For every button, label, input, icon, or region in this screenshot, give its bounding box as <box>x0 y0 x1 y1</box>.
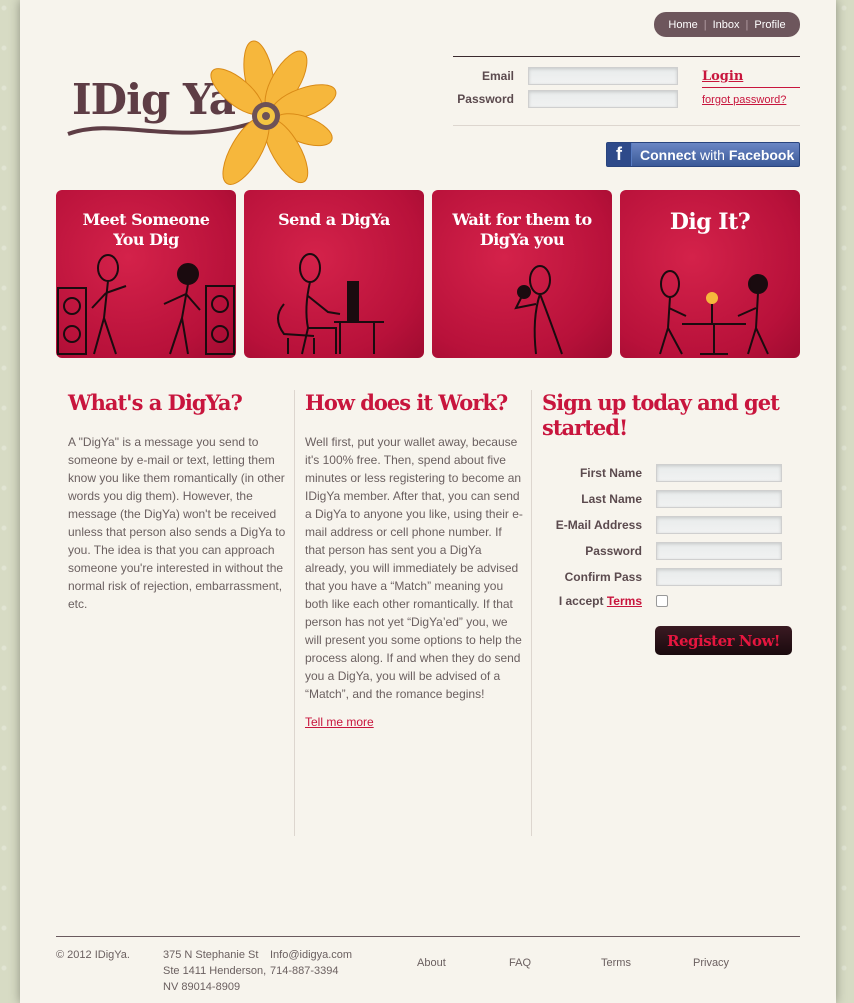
footer-privacy-link[interactable]: Privacy <box>693 957 729 969</box>
accept-terms-label: I accept Terms <box>558 594 642 608</box>
password-label: Password <box>457 92 514 106</box>
confirm-pass-row: Confirm Pass <box>542 568 782 586</box>
forgot-password-link[interactable]: forgot password? <box>702 94 786 106</box>
last-name-row: Last Name <box>542 490 782 508</box>
password-row: Password <box>453 90 678 108</box>
email-row: Email <box>453 67 678 85</box>
last-name-field[interactable] <box>656 490 782 508</box>
tile-title: Dig It? <box>669 209 751 235</box>
logo-text: IDig Ya <box>72 75 236 124</box>
register-now-button[interactable]: Register Now! <box>655 626 792 655</box>
confirm-pass-field[interactable] <box>656 568 782 586</box>
dancing-couple-illustration <box>57 254 235 355</box>
accept-terms-checkbox[interactable] <box>656 595 668 607</box>
footer-copyright: © 2012 IDigYa. <box>56 949 130 961</box>
top-nav: Home | Inbox | Profile <box>654 12 800 37</box>
facebook-icon: f <box>607 143 632 166</box>
first-name-field[interactable] <box>656 464 782 482</box>
column-divider <box>531 390 532 836</box>
footer-terms-link[interactable]: Terms <box>601 957 631 969</box>
tile-wait-for-them[interactable]: Wait for them to DigYa you <box>432 190 612 358</box>
signup-heading: Sign up today and get started! <box>542 390 780 440</box>
first-name-row: First Name <box>542 464 782 482</box>
how-does-it-work-section: How does it Work? Well first, put your w… <box>305 390 525 729</box>
computer-desk-illustration <box>277 253 384 355</box>
login-form: Email Password Login forgot password? <box>453 56 800 126</box>
dinner-date-illustration <box>659 270 769 355</box>
signup-password-label: Password <box>585 544 642 558</box>
confirm-pass-label: Confirm Pass <box>564 570 642 584</box>
first-name-label: First Name <box>579 466 642 480</box>
tile-dig-it[interactable]: Dig It? <box>620 190 800 358</box>
terms-link[interactable]: Terms <box>607 594 642 608</box>
whats-heading: What's a DigYa? <box>68 390 243 415</box>
whats-a-digya-section: What's a DigYa? A "DigYa" is a message y… <box>68 390 286 613</box>
footer-address: 375 N Stephanie St Ste 1411 Henderson, N… <box>163 949 267 993</box>
footer-divider <box>56 936 800 937</box>
email-address-label: E-Mail Address <box>555 518 642 532</box>
tile-meet-someone[interactable]: Meet Someone You Dig <box>56 190 236 358</box>
nav-separator: | <box>745 18 749 31</box>
how-heading: How does it Work? <box>305 390 508 415</box>
feature-tiles: Meet Someone You Dig Send a DigYa Wait fo… <box>56 190 800 360</box>
password-field[interactable] <box>528 90 678 108</box>
waiting-person-illustration <box>514 265 563 355</box>
nav-home-link[interactable]: Home <box>668 19 697 31</box>
email-label: Email <box>481 69 514 83</box>
tile-title: Send a DigYa <box>278 210 390 229</box>
how-body: Well first, put your wallet away, becaus… <box>305 435 523 701</box>
login-button[interactable]: Login <box>702 69 800 88</box>
tell-me-more-link[interactable]: Tell me more <box>305 715 525 729</box>
column-divider <box>294 390 295 836</box>
footer-phone: 714-887-3394 <box>270 965 339 977</box>
footer-contact: Info@idigya.com 714-887-3394 <box>270 947 352 979</box>
email-field[interactable] <box>528 67 678 85</box>
signup-password-field[interactable] <box>656 542 782 560</box>
nav-separator: | <box>703 18 707 31</box>
fb-brand-text: Facebook <box>728 146 795 163</box>
accept-terms-row: I accept Terms <box>542 594 668 608</box>
idigya-logo[interactable]: IDig Ya <box>66 28 356 198</box>
facebook-connect-button[interactable]: f Connect with Facebook <box>606 142 800 167</box>
nav-inbox-link[interactable]: Inbox <box>713 19 740 31</box>
email-address-row: E-Mail Address <box>542 516 782 534</box>
fb-with-text: with <box>700 146 725 163</box>
page-container: Home | Inbox | Profile IDig Ya Email Pas… <box>20 0 836 1003</box>
fb-connect-text: Connect <box>640 146 696 163</box>
last-name-label: Last Name <box>581 492 642 506</box>
footer-about-link[interactable]: About <box>417 957 446 969</box>
footer-email: Info@idigya.com <box>270 949 353 961</box>
whats-body: A "DigYa" is a message you send to someo… <box>68 435 286 611</box>
nav-profile-link[interactable]: Profile <box>754 19 785 31</box>
email-address-field[interactable] <box>656 516 782 534</box>
signup-password-row: Password <box>542 542 782 560</box>
signup-section: Sign up today and get started! <box>542 390 782 440</box>
tile-send-digya[interactable]: Send a DigYa <box>244 190 424 358</box>
footer-faq-link[interactable]: FAQ <box>509 957 531 969</box>
